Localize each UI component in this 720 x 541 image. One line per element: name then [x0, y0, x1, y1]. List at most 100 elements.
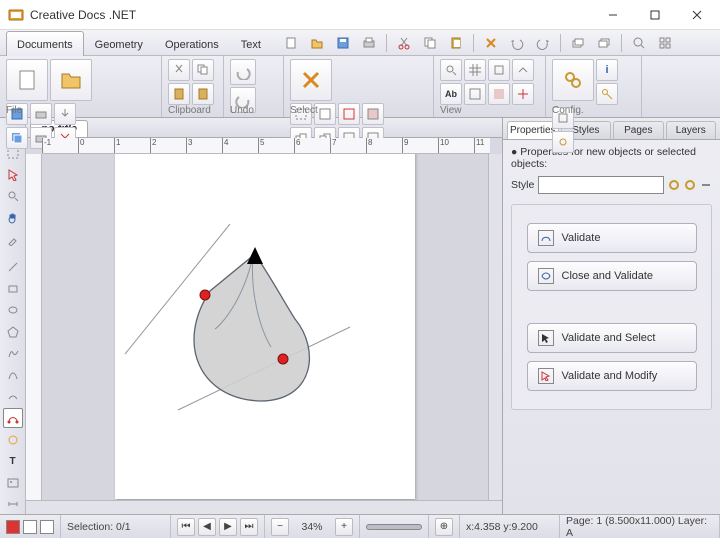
group-file-label: File: [0, 105, 161, 116]
maximize-button[interactable]: [634, 1, 676, 29]
validate-select-button[interactable]: Validate and Select: [527, 323, 697, 353]
group-select-label: Select: [284, 105, 433, 116]
tool-curve[interactable]: [3, 365, 23, 385]
zoom-icon[interactable]: [628, 33, 650, 53]
tool-node[interactable]: [3, 165, 23, 185]
undo-button[interactable]: [230, 59, 256, 85]
view-r3-button[interactable]: [464, 83, 486, 105]
status-nav-next[interactable]: ▶: [219, 518, 237, 536]
config-settings-button[interactable]: [552, 59, 594, 101]
undo-icon[interactable]: [506, 33, 528, 53]
tab-geometry[interactable]: Geometry: [84, 31, 154, 56]
ruler-tick: 4: [222, 138, 228, 154]
redo-icon[interactable]: [532, 33, 554, 53]
clip-copy-button[interactable]: [192, 59, 214, 81]
tool-bezier[interactable]: [3, 408, 23, 428]
style-label: Style: [511, 179, 534, 191]
clip-paste2-button[interactable]: [192, 83, 214, 105]
minimize-button[interactable]: [592, 1, 634, 29]
config-key-button[interactable]: [596, 83, 618, 105]
close-validate-icon: [538, 268, 554, 284]
validate-modify-button[interactable]: Validate and Modify: [527, 361, 697, 391]
view-r4-button[interactable]: [488, 83, 510, 105]
group-config-label: Config.: [546, 105, 641, 116]
close-button[interactable]: [676, 1, 718, 29]
clip-paste-button[interactable]: [168, 83, 190, 105]
view-grid-button[interactable]: [464, 59, 486, 81]
config-info-button[interactable]: i: [596, 59, 618, 81]
view-r1-button[interactable]: [488, 59, 510, 81]
close-validate-button[interactable]: Close and Validate: [527, 261, 697, 291]
config-r2-button[interactable]: [552, 131, 574, 153]
delete-icon[interactable]: [480, 33, 502, 53]
window-title: Creative Docs .NET: [30, 8, 592, 22]
ruler-tick: 2: [150, 138, 156, 154]
tool-text[interactable]: T: [3, 451, 23, 471]
grid-icon[interactable]: [654, 33, 676, 53]
panel-tab-properties[interactable]: Properties: [507, 121, 559, 139]
ruler-tick: -1: [42, 138, 51, 154]
tool-line[interactable]: [3, 257, 23, 277]
page: [115, 154, 415, 499]
ruler-vertical: [26, 154, 42, 500]
status-nav-prev[interactable]: ◀: [198, 518, 216, 536]
status-nav-first[interactable]: ⏮: [177, 518, 195, 536]
ruler-tick: 5: [258, 138, 264, 154]
ruler-tick: 3: [186, 138, 192, 154]
zoom-slider[interactable]: [366, 524, 422, 530]
paste-icon[interactable]: [445, 33, 467, 53]
open-icon[interactable]: [306, 33, 328, 53]
copy-icon[interactable]: [419, 33, 441, 53]
tab-documents[interactable]: Documents: [6, 31, 84, 56]
scrollbar-horizontal[interactable]: [26, 500, 502, 514]
left-toolbox: T: [0, 118, 26, 514]
tool-smooth[interactable]: [3, 387, 23, 407]
tool-dims[interactable]: [3, 495, 23, 515]
ruler-tick: 10: [438, 138, 449, 154]
view-text-button[interactable]: Ab: [440, 83, 462, 105]
panel-tab-layers[interactable]: Layers: [666, 121, 716, 139]
ruler-tick: 9: [402, 138, 408, 154]
order2-icon[interactable]: [593, 33, 615, 53]
style-btn1-icon[interactable]: [668, 179, 680, 191]
new-icon[interactable]: [280, 33, 302, 53]
group-undo-label: Undo: [224, 105, 283, 116]
order-icon[interactable]: [567, 33, 589, 53]
tool-rect[interactable]: [3, 279, 23, 299]
view-r2-button[interactable]: [512, 59, 534, 81]
tool-free[interactable]: [3, 344, 23, 364]
file-open-button[interactable]: [50, 59, 92, 101]
status-zoom: 34%: [292, 521, 332, 533]
style-select[interactable]: [538, 176, 664, 194]
view-r5-button[interactable]: [512, 83, 534, 105]
tool-poly[interactable]: [3, 322, 23, 342]
tool-spiral[interactable]: [3, 430, 23, 450]
canvas[interactable]: [42, 154, 488, 500]
print-icon[interactable]: [358, 33, 380, 53]
view-zoom-button[interactable]: [440, 59, 462, 81]
tool-image[interactable]: [3, 473, 23, 493]
tool-ellipse[interactable]: [3, 301, 23, 321]
save-icon[interactable]: [332, 33, 354, 53]
ruler-tick: 11: [474, 138, 484, 154]
cut-icon[interactable]: [393, 33, 415, 53]
tool-zoom[interactable]: [3, 187, 23, 207]
tool-hand[interactable]: [3, 208, 23, 228]
tab-operations[interactable]: Operations: [154, 31, 230, 56]
status-fit[interactable]: ⊕: [435, 518, 453, 536]
style-btn3-icon[interactable]: [700, 179, 712, 191]
file-saveall-button[interactable]: [6, 127, 28, 149]
ruler-tick: 0: [78, 138, 84, 154]
tool-picker[interactable]: [3, 230, 23, 250]
validate-select-icon: [538, 330, 554, 346]
status-zoom-in[interactable]: +: [335, 518, 353, 536]
tab-text[interactable]: Text: [230, 31, 272, 56]
file-new-button[interactable]: [6, 59, 48, 101]
status-zoom-out[interactable]: −: [271, 518, 289, 536]
validate-button[interactable]: Validate: [527, 223, 697, 253]
scrollbar-vertical[interactable]: [488, 154, 502, 500]
status-nav-last[interactable]: ⏭: [240, 518, 258, 536]
style-btn2-icon[interactable]: [684, 179, 696, 191]
select-delete-button[interactable]: [290, 59, 332, 101]
clip-cut-button[interactable]: [168, 59, 190, 81]
